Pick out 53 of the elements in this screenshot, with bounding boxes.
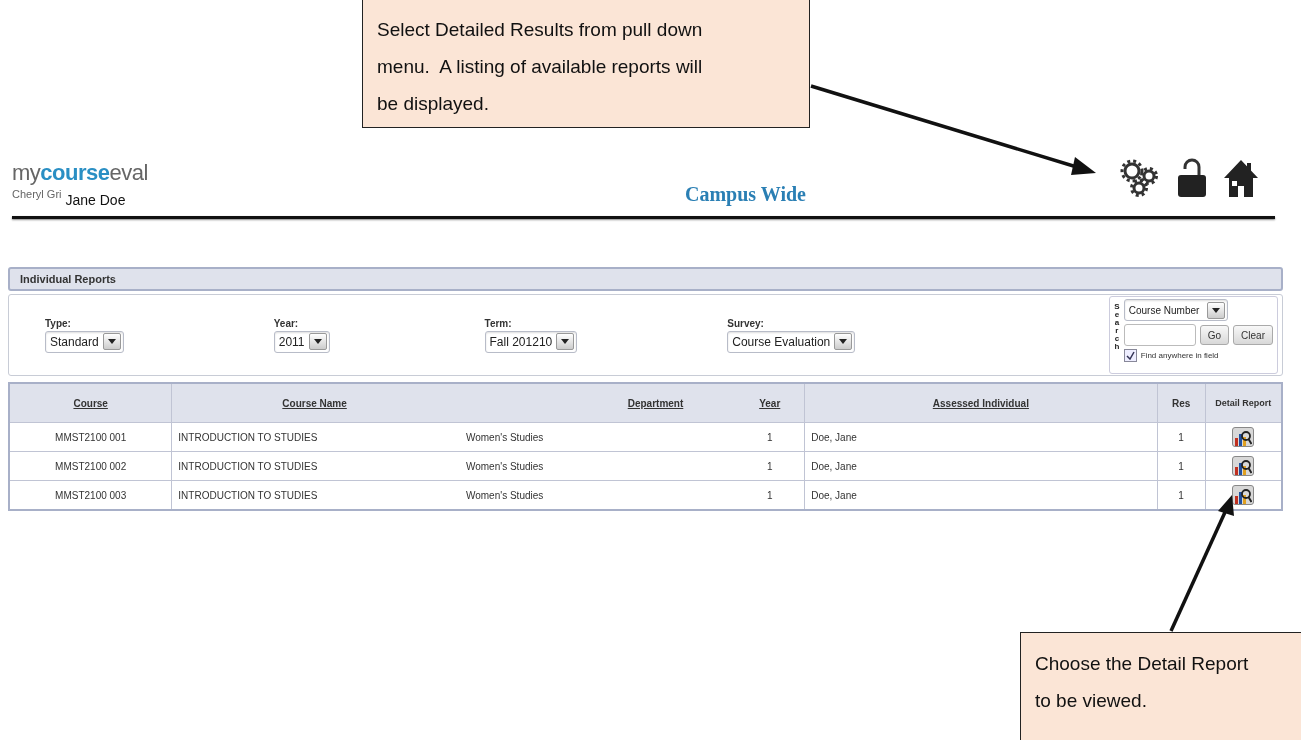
user-name: Cheryl Gri: [12, 188, 62, 200]
sort-column-header[interactable]: Assessed Individual: [932, 397, 1029, 409]
table-cell: MMST2100 002: [55, 460, 127, 472]
search-label: Search: [1114, 301, 1120, 353]
table-cell: 1: [766, 489, 773, 501]
filter-label: Term:: [484, 317, 513, 329]
clear-button[interactable]: Clear: [1233, 325, 1273, 345]
table-cell: INTRODUCTION TO STUDIES: [178, 460, 318, 472]
sort-column-header[interactable]: Course: [73, 397, 108, 409]
table-cell: MMST2100 003: [55, 489, 127, 501]
table-cell: 1: [766, 431, 773, 443]
table-cell: 1: [1178, 460, 1184, 472]
checkbox[interactable]: [1123, 349, 1137, 362]
padlock-icon[interactable]: [1177, 158, 1207, 198]
filter-dropdown[interactable]: Standard: [45, 330, 124, 353]
column-header: Detail Report: [1215, 397, 1272, 408]
sort-column-header[interactable]: Department: [627, 397, 684, 409]
panel-title: Individual Reports: [8, 267, 1283, 291]
home-icon[interactable]: [1223, 158, 1259, 198]
table-cell: 1: [1178, 489, 1184, 501]
callout-note: Choose the Detail Report to be viewed.: [1020, 632, 1301, 740]
sort-column-header[interactable]: Course Name: [282, 397, 347, 409]
column-header: Res: [1171, 397, 1191, 409]
sort-column-header[interactable]: Year: [759, 397, 781, 409]
filter-dropdown[interactable]: Course Evaluation: [727, 330, 856, 353]
table-cell: MMST2100 001: [55, 431, 127, 443]
detail-report-button[interactable]: [1232, 484, 1255, 505]
filter-dropdown[interactable]: 2011: [273, 330, 330, 353]
detail-report-button[interactable]: [1232, 426, 1255, 447]
page-title: Campus Wide: [684, 183, 807, 206]
table-cell: 1: [766, 460, 773, 472]
table-cell: INTRODUCTION TO STUDIES: [178, 489, 318, 501]
detail-report-button[interactable]: [1232, 455, 1255, 476]
filter-label: Type:: [45, 317, 72, 329]
filter-label: Year:: [273, 317, 300, 329]
search-input[interactable]: [1123, 324, 1196, 346]
logo: mycourseeval: [12, 160, 148, 186]
table-cell: Doe, Jane: [811, 489, 857, 501]
table-cell: Doe, Jane: [811, 431, 857, 443]
go-button[interactable]: Go: [1199, 325, 1230, 345]
search-field-dropdown[interactable]: Course Number: [1123, 299, 1228, 321]
table-cell: 1: [1178, 431, 1184, 443]
filter-dropdown[interactable]: Fall 201210: [484, 330, 578, 353]
filter-label: Survey:: [727, 317, 765, 329]
table-cell: Doe, Jane: [811, 460, 857, 472]
user-name-label: Jane Doe: [65, 192, 126, 208]
table-cell: Women's Studies: [465, 489, 544, 501]
table-cell: INTRODUCTION TO STUDIES: [178, 431, 318, 443]
checkbox-label: Find anywhere in field: [1140, 351, 1219, 360]
callout-note: Select Detailed Results from pull down menu. A listing of available reports will be displayed.: [362, 0, 810, 128]
table-cell: Women's Studies: [465, 460, 544, 472]
gears-icon[interactable]: [1119, 158, 1161, 198]
table-cell: Women's Studies: [465, 431, 544, 443]
